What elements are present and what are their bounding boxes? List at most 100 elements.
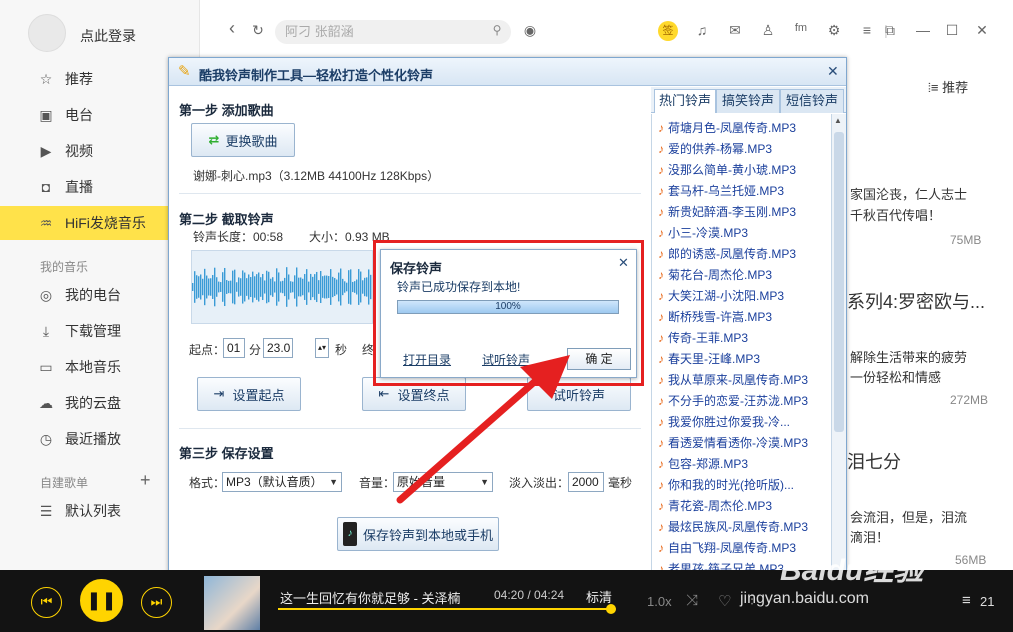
cloud-icon: ☁ — [39, 394, 53, 411]
step1-title: 第一步 添加歌曲 — [179, 103, 274, 118]
ringtone-item[interactable]: ♪ 我爱你胜过你爱我-冷... — [658, 413, 790, 430]
headphone-icon[interactable]: ♫ — [692, 22, 712, 38]
quality-button[interactable]: 标清 — [586, 587, 612, 606]
pause-button[interactable]: ❚❚ — [80, 579, 123, 622]
fm-icon[interactable]: fm — [791, 22, 811, 34]
start-second-input[interactable]: 23.0 — [263, 338, 293, 358]
ringtone-item[interactable]: ♪ 不分手的恋爱-汪苏泷.MP3 — [658, 392, 808, 409]
login-link[interactable]: 点此登录 — [80, 26, 136, 46]
set-start-icon: ⇥ — [213, 386, 225, 401]
music-note-icon: ♪ — [658, 163, 664, 177]
skin-icon[interactable]: ♙ — [758, 22, 778, 39]
music-note-icon: ♪ — [658, 121, 664, 135]
playlist-count: 21 — [980, 594, 995, 609]
music-note-icon: ♪ — [658, 247, 664, 261]
music-note-icon: ♪ — [658, 310, 664, 324]
second-unit: 秒 — [335, 343, 348, 357]
back-icon[interactable]: ‹ — [222, 18, 242, 39]
progress-track[interactable] — [278, 608, 616, 610]
mini-mode-icon[interactable]: ⧉ — [880, 22, 900, 39]
speed-button[interactable]: 1.0x — [647, 594, 672, 609]
add-playlist-icon[interactable]: + — [140, 470, 151, 491]
radio-icon: ▣ — [39, 106, 53, 123]
mail-icon[interactable]: ✉ — [725, 22, 745, 39]
tab-hot[interactable]: 热门铃声 — [654, 89, 716, 113]
background-content: ⦙≡ 推荐 家国沦丧，仁人志士 千秋百代传唱！ 75MB 系列4:罗密欧与...… — [845, 60, 1013, 570]
close-icon[interactable]: ✕ — [972, 22, 992, 39]
search-icon[interactable]: ⚲ — [487, 23, 507, 37]
music-note-icon: ♪ — [658, 457, 664, 471]
ringtone-item[interactable]: ♪ 最炫民族风-凤凰传奇.MP3 — [658, 518, 808, 535]
avatar[interactable] — [28, 14, 66, 52]
minimize-icon[interactable]: — — [913, 22, 933, 38]
format-label: 格式： — [189, 476, 226, 490]
ringtone-item[interactable]: ♪ 自由飞翔-凤凰传奇.MP3 — [658, 539, 796, 556]
ringtone-item[interactable]: ♪ 包容-郑源.MP3 — [658, 455, 748, 472]
ringtone-item[interactable]: ♪ 春天里-汪峰.MP3 — [658, 350, 760, 367]
hifi-icon: ♒ — [39, 214, 53, 231]
ringtone-item[interactable]: ♪ 你和我的时光(抢听版)... — [658, 476, 794, 493]
bg-title-2: 系列4:罗密欧与... — [847, 292, 986, 312]
ringtone-item[interactable]: ♪ 小三-冷漠.MP3 — [658, 224, 748, 241]
music-note-icon: ♪ — [658, 478, 664, 492]
dialog-close-button[interactable]: ✕ — [827, 63, 839, 80]
bg-text-1: 家国沦丧，仁人志士 — [850, 187, 968, 202]
recommend-tab[interactable]: ⦙≡ 推荐 — [928, 77, 968, 96]
recognize-icon[interactable]: ◉ — [520, 22, 540, 39]
ringtone-item[interactable]: ♪ 看透爱情看透你-冷漠.MP3 — [658, 434, 808, 451]
dialog-titlebar: ✎ 酷我铃声制作工具—轻松打造个性化铃声 ✕ — [169, 58, 846, 86]
tab-sms[interactable]: 短信铃声 — [780, 89, 844, 113]
change-song-button[interactable]: ⇄ 更换歌曲 — [191, 123, 295, 157]
set-start-button[interactable]: ⇥ 设置起点 — [197, 377, 301, 411]
ringtone-item[interactable]: ♪ 没那么简单-黄小琥.MP3 — [658, 161, 796, 178]
watermark-logo: Baidu经验 — [780, 554, 924, 587]
ringtone-item[interactable]: ♪ 菊花台-周杰伦.MP3 — [658, 266, 772, 283]
list-scrollbar[interactable]: ▲ — [831, 114, 846, 574]
search-input[interactable]: 阿刁 张韶涵 — [275, 20, 511, 44]
shuffle-icon[interactable]: ⤨ — [686, 592, 698, 609]
menu-icon[interactable]: ≡ — [857, 22, 877, 38]
music-note-icon: ♪ — [658, 394, 664, 408]
like-icon[interactable]: ♡ — [718, 592, 731, 610]
ringtone-item[interactable]: ♪ 大笑江湖-小沈阳.MP3 — [658, 287, 784, 304]
maximize-icon[interactable]: ☐ — [942, 22, 962, 39]
red-arrow — [396, 355, 570, 504]
music-note-icon: ♪ — [658, 373, 664, 387]
ringtone-item[interactable]: ♪ 断桥残雪-许嵩.MP3 — [658, 308, 772, 325]
ringtone-item[interactable]: ♪ 传奇-王菲.MP3 — [658, 329, 748, 346]
settings-icon[interactable]: ⚙ — [824, 22, 844, 39]
scroll-thumb[interactable] — [834, 132, 844, 432]
dialog-title: 酷我铃声制作工具—轻松打造个性化铃声 — [199, 68, 434, 83]
waveform[interactable] — [191, 250, 373, 324]
topbar: ‹ ↻ 阿刁 张韶涵 ⚲ ◉ 签 ♫ ✉ ♙ fm ⚙ ≡ | ⧉ — ☐ ✕ — [200, 0, 1013, 60]
ringtone-item[interactable]: ♪ 郎的诱惑-凤凰传奇.MP3 — [658, 245, 796, 262]
save-ringtone-button[interactable]: ♪ 保存铃声到本地或手机 — [337, 517, 499, 551]
song-title[interactable]: 这一生回忆有你就足够 - 关泽楠 — [280, 588, 461, 607]
progress-handle[interactable] — [605, 604, 616, 614]
ringtone-item[interactable]: ♪ 青花瓷-周杰伦.MP3 — [658, 497, 772, 514]
start-minute-input[interactable]: 01 — [223, 338, 245, 358]
ringtone-item[interactable]: ♪ 我从草原来-凤凰传奇.MP3 — [658, 371, 808, 388]
album-cover[interactable] — [204, 576, 260, 630]
ringtone-item[interactable]: ♪ 爱的供养-杨幂.MP3 — [658, 140, 772, 157]
ringtone-item[interactable]: ♪ 新贵妃醉酒-李玉刚.MP3 — [658, 203, 796, 220]
step3-title: 第三步 保存设置 — [179, 446, 274, 461]
format-select[interactable]: MP3（默认音质） ▼ — [222, 472, 342, 492]
sign-in-badge[interactable]: 签 — [658, 21, 678, 41]
scroll-up-icon[interactable]: ▲ — [834, 116, 842, 125]
next-button[interactable]: ⏭ — [141, 587, 172, 618]
second-stepper[interactable]: ▴▾ — [315, 338, 329, 358]
minute-unit: 分 — [249, 343, 262, 357]
tab-funny[interactable]: 搞笑铃声 — [716, 89, 780, 113]
playlist-icon[interactable]: ≡ — [962, 592, 971, 609]
phone-icon: ♪ — [342, 522, 357, 546]
ringtone-item[interactable]: ♪ 荷塘月色-凤凰传奇.MP3 — [658, 119, 796, 136]
ringtone-item[interactable]: ♪ 套马杆-乌兰托娅.MP3 — [658, 182, 784, 199]
refresh-icon[interactable]: ↻ — [248, 22, 268, 39]
music-note-icon: ♪ — [658, 499, 664, 513]
start-label: 起点： — [189, 343, 226, 357]
file-info: 谢娜-刺心.mp3（3.12MB 44100Hz 128Kbps） — [193, 169, 440, 183]
previous-button[interactable]: ⏮ — [31, 587, 62, 618]
bg-text-5: 会流泪，但是，泪流 — [850, 510, 968, 525]
music-note-icon: ♪ — [658, 289, 664, 303]
